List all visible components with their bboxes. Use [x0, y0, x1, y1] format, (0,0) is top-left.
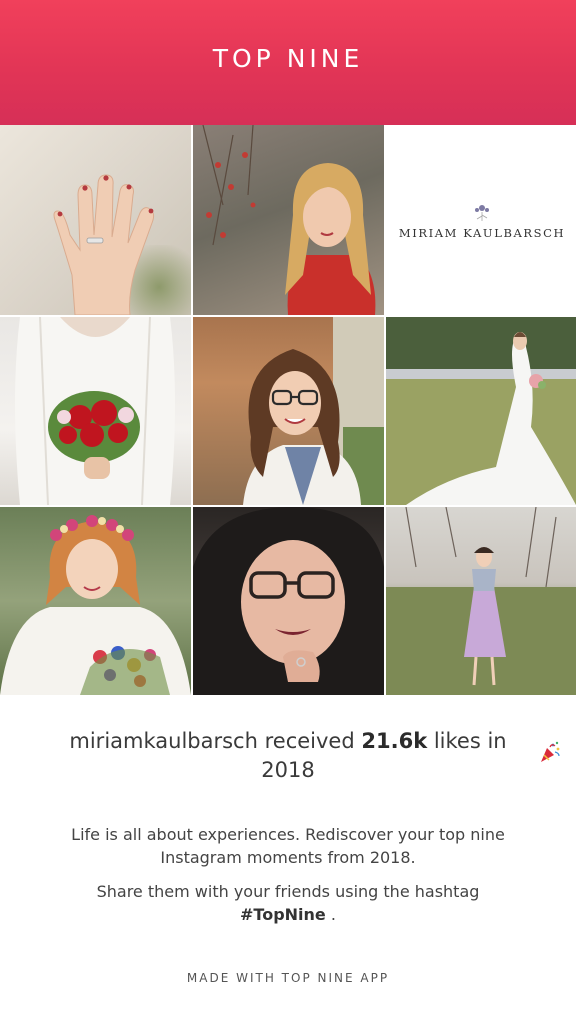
photo-woman-red-dress-icon — [202, 125, 376, 315]
footer-credit: MADE WITH TOP NINE APP — [186, 971, 390, 985]
likes-in-text: likes in — [433, 729, 507, 753]
grid-tile-2[interactable] — [193, 125, 384, 315]
grid-tile-3[interactable]: MIRIAM KAULBARSCH — [386, 125, 576, 315]
username: miriamkaulbarsch — [69, 729, 258, 753]
grid-tile-9[interactable] — [386, 507, 576, 695]
party-popper-icon — [541, 741, 560, 762]
year: 2018 — [261, 758, 315, 782]
page-title: TOP NINE — [212, 44, 364, 73]
photo-flower-crown-bride-icon — [0, 515, 191, 695]
received-text: received — [264, 729, 355, 753]
grid-tile-7[interactable] — [0, 507, 191, 695]
photo-woman-glasses-icon — [243, 317, 384, 505]
grid-tile-6[interactable] — [386, 317, 576, 505]
logo-text: MIRIAM KAULBARSCH — [398, 226, 566, 240]
photo-bridal-bouquet-icon — [15, 317, 175, 505]
likes-summary: miriamkaulbarsch received 21.6k likes in… — [40, 727, 536, 785]
photo-hand-ring-icon — [53, 174, 155, 315]
hashtag[interactable]: #TopNine — [240, 905, 326, 924]
photo-selfie-icon — [193, 507, 384, 695]
share-suffix: . — [330, 905, 336, 924]
header-bar: TOP NINE — [0, 0, 576, 125]
likes-count: 21.6k — [361, 729, 428, 753]
grid-tile-1[interactable] — [0, 125, 191, 315]
share-text: Share them with your friends using the h… — [60, 880, 516, 926]
logo-icon — [475, 205, 489, 221]
photo-bride-park-icon — [386, 317, 576, 505]
photo-grid: MIRIAM KAULBARSCH — [0, 125, 576, 695]
photo-dirndl-woman-icon — [386, 507, 576, 695]
grid-tile-5[interactable] — [193, 317, 384, 505]
share-prefix: Share them with your friends using the h… — [96, 882, 480, 901]
summary-section: miriamkaulbarsch received 21.6k likes in… — [0, 695, 576, 1024]
grid-tile-4[interactable] — [0, 317, 191, 505]
experiences-text: Life is all about experiences. Rediscove… — [71, 825, 505, 867]
grid-tile-8[interactable] — [193, 507, 384, 695]
